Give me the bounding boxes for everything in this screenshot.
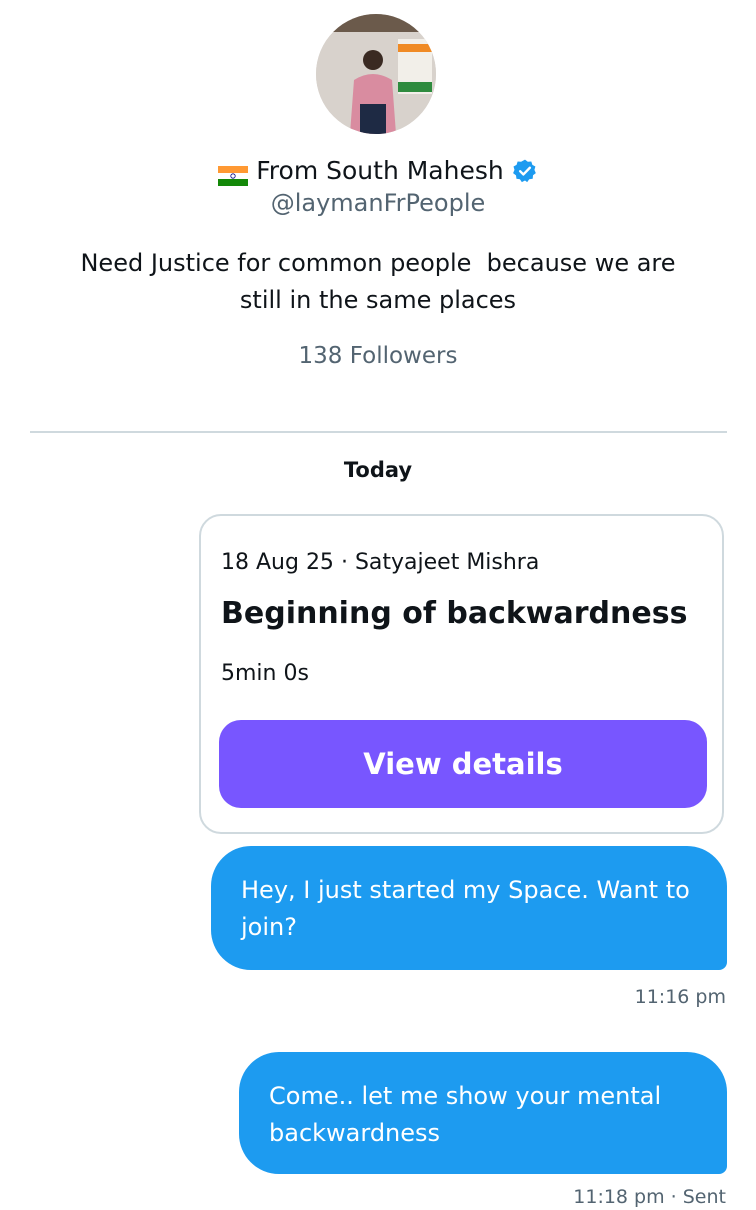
divider [30, 431, 727, 433]
india-flag-icon [218, 161, 249, 186]
message-text: Come.. let me show your mental backwardn… [269, 1082, 662, 1147]
space-host: Satyajeet Mishra [354, 550, 540, 575]
meta-separator: · [340, 550, 348, 575]
space-date: 18 Aug 25 [221, 550, 334, 575]
message-timestamp: 11:16 pm [634, 986, 726, 1008]
followers-count[interactable]: 138 Followers [0, 340, 756, 372]
avatar-photo [316, 14, 436, 134]
profile-avatar[interactable] [316, 14, 436, 134]
space-title: Beginning of backwardness [221, 596, 688, 631]
profile-name-row: From South Mahesh [0, 154, 756, 188]
message-text: Hey, I just started my Space. Want to jo… [241, 876, 690, 941]
profile-name: From South Mahesh [256, 156, 504, 185]
message-bubble[interactable]: Hey, I just started my Space. Want to jo… [211, 846, 727, 970]
message-bubble[interactable]: Come.. let me show your mental backwardn… [239, 1052, 727, 1174]
profile-bio: Need Justice for common people because w… [80, 249, 676, 314]
message-timestamp: 11:18 pm · Sent [573, 1186, 726, 1208]
view-details-button[interactable]: View details [219, 720, 707, 808]
profile-handle[interactable]: @laymanFrPeople [0, 187, 756, 219]
space-card[interactable]: 18 Aug 25 · Satyajeet Mishra Beginning o… [199, 514, 724, 834]
date-separator: Today [343, 458, 413, 482]
verified-badge-icon [512, 158, 538, 184]
space-duration: 5min 0s [221, 661, 309, 686]
space-meta: 18 Aug 25 · Satyajeet Mishra [221, 548, 539, 578]
